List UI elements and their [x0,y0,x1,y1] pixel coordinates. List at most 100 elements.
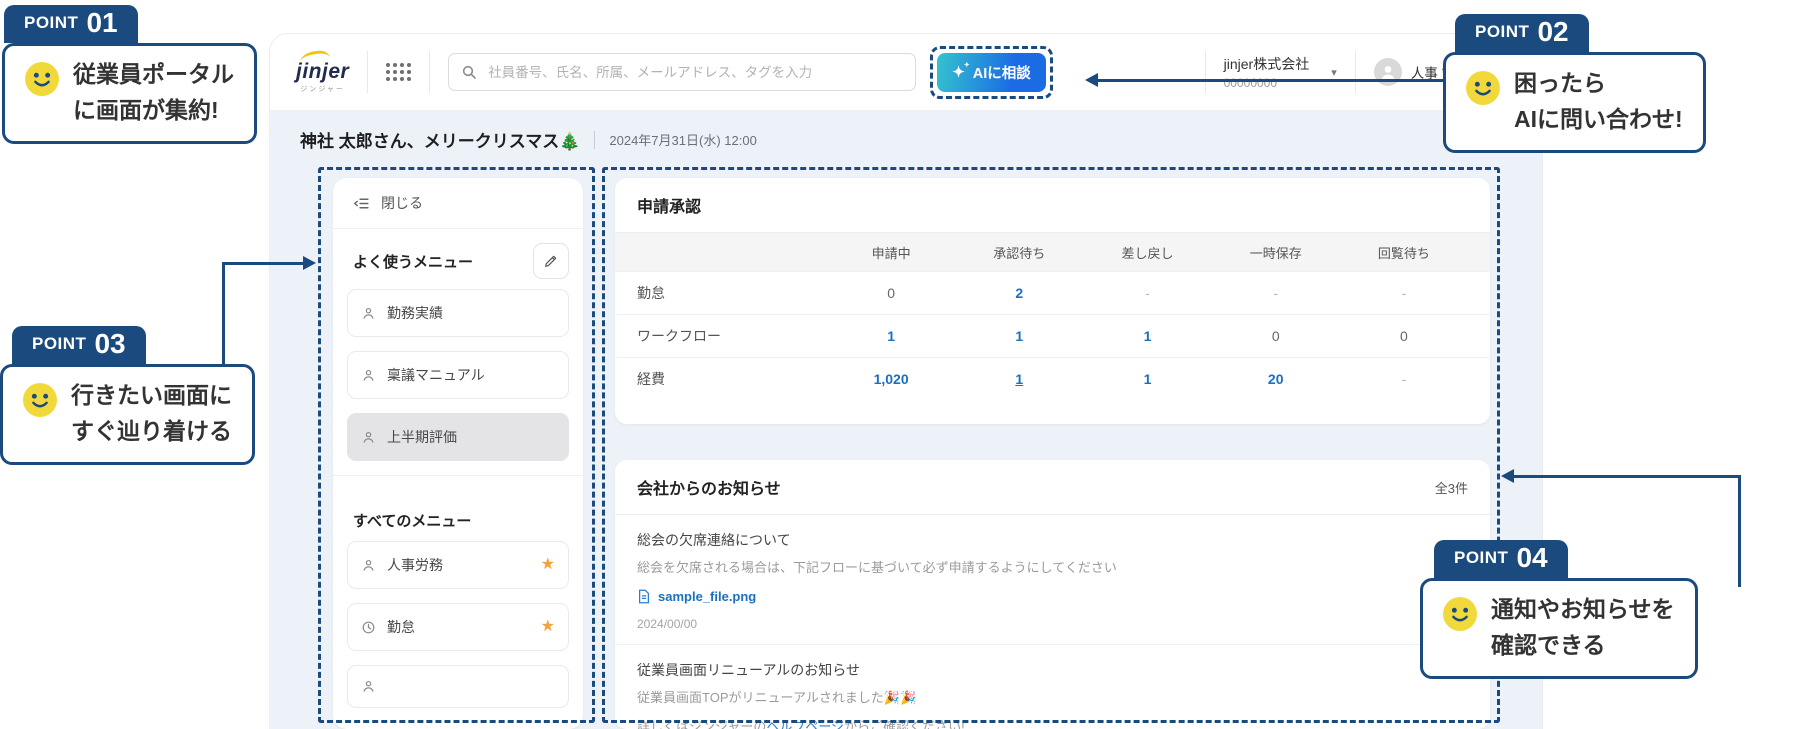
point01-tab: POINT 01 [4,5,138,43]
sidebar-item-ringi-manual[interactable]: 稟議マニュアル [347,351,569,399]
count-cell: 0 [1400,328,1408,344]
news-title: 会社からのお知らせ [637,481,781,498]
table-row-expenses: 経費 1,020 1 1 20 - [615,357,1490,400]
news-item-body: 総会を欠席される場合は、下記フローに基づいて必ず申請するようにしてください [637,560,1117,575]
row-label: 経費 [637,371,665,387]
column-header: 回覧待ち [1377,245,1430,261]
count-cell-link[interactable]: 1 [955,328,1083,344]
count-cell-link[interactable]: 1,020 [827,371,955,387]
row-label: 勤怠 [637,285,665,301]
header-divider [429,51,431,93]
point-label: POINT [1454,548,1509,567]
approvals-table-header: 申請中 承認待ち 差し戻し 一時保存 回覧待ち [615,233,1490,271]
app-window: jinjer ジンジャー ✦ AIに相談 [270,34,1542,729]
app-header: jinjer ジンジャー ✦ AIに相談 [270,34,1542,110]
point-number: 02 [1537,16,1569,47]
news-list-item[interactable]: 総会の欠席連絡について 総会を欠席される場合は、下記フローに基づいて必ず申請する… [615,515,1490,645]
callout-text-line: に画面が集約! [73,96,219,123]
person-icon [361,430,376,445]
callout-text-line: 確認できる [1491,631,1606,658]
favorite-star-icon[interactable]: ★ [541,557,555,573]
count-cell-link[interactable]: 1 [1083,328,1211,344]
table-row-attendance: 勤怠 0 2 - - - [615,271,1490,314]
ai-button-annotation-frame: ✦ AIに相談 [930,45,1053,99]
sidebar-item-attendance[interactable]: 勤怠 ★ [347,603,569,651]
count-cell: 0 [1271,328,1280,344]
sidebar-item-first-half-eval[interactable]: 上半期評価 [347,413,569,461]
count-cell-link[interactable]: 1 [955,371,1083,387]
app-launcher-icon[interactable] [386,63,412,81]
person-icon [361,368,376,383]
ask-ai-label: AIに相談 [972,65,1031,82]
sidebar-item-hr-labor[interactable]: 人事労務 ★ [347,541,569,589]
point-label: POINT [32,334,87,353]
smiley-icon [1466,71,1500,105]
callout-text-line: AIに問い合わせ! [1514,105,1683,132]
greeting-message: 神社 太郎さん、メリークリスマス🎄 [300,132,581,151]
sidebar-item-partial[interactable] [347,665,569,708]
point03-arrowhead [303,256,316,270]
smiley-icon [23,383,57,417]
employee-search [448,53,917,91]
news-item-date: 2024/00/00 [637,616,698,631]
sidebar-item-work-record[interactable]: 勤務実績 [347,289,569,337]
logo-text: jinjer [296,59,350,83]
favorite-star-icon[interactable]: ★ [541,619,555,635]
greeting-separator [594,130,596,149]
point-number: 01 [86,7,118,38]
count-cell: - [1145,285,1150,301]
attachment-link[interactable]: sample_file.png [637,589,1468,604]
company-name: jinjer株式会社 [1223,56,1310,72]
point03-connector-line [222,262,306,265]
sidebar: 閉じる よく使うメニュー 勤務実績 稟議マニュアル 上半期評価 すべてのメニュー… [333,178,583,729]
help-page-link[interactable]: ヘルプページ [766,719,844,729]
callout-text-line: 通知やお知らせを [1491,596,1675,622]
count-cell-link[interactable]: 1 [827,328,955,344]
callout-point-04: POINT 04 通知やお知らせを 確認できる [1420,540,1698,680]
point04-connector-line [1738,475,1741,587]
favorites-title: よく使うメニュー [353,253,474,271]
count-cell-link[interactable]: 1 [1083,371,1211,387]
sidebar-collapse-button[interactable]: 閉じる [333,178,583,229]
point04-arrowhead [1501,469,1514,483]
point03-body: 行きたい画面に すぐ辿り着ける [0,364,255,466]
edit-favorites-button[interactable] [533,243,569,279]
news-list-item[interactable]: 従業員画面リニューアルのお知らせ 従業員画面TOPがリニューアルされました🎉🎉 … [615,645,1490,729]
person-icon [361,306,376,321]
all-menu-section-header: すべてのメニュー [333,476,583,541]
header-divider [1204,51,1206,93]
logo-subtext: ジンジャー [300,85,345,93]
point-number: 03 [94,328,126,359]
news-item-title: 従業員画面リニューアルのお知らせ [637,661,861,678]
column-header: 差し戻し [1121,245,1174,261]
jinjer-logo[interactable]: jinjer ジンジャー [296,48,350,94]
point-number: 04 [1516,542,1548,573]
point01-body: 従業員ポータル に画面が集約! [2,43,257,145]
news-item-body-line2: 詳しくはジンジャーのヘルプページからご確認ください! [637,717,1468,729]
ask-ai-button[interactable]: ✦ AIに相談 [937,52,1046,92]
clock-icon [361,620,376,635]
search-input[interactable] [486,63,904,81]
point04-connector-line [1513,475,1741,478]
person-icon [361,558,376,573]
sidebar-item-label: 上半期評価 [387,429,457,445]
header-divider [1354,51,1356,93]
news-body-text: 詳しくはジンジャーの [637,718,767,729]
news-body-text: からご確認ください! [844,718,965,729]
chevron-down-icon[interactable]: ▾ [1331,66,1337,79]
count-cell-link[interactable]: 2 [955,285,1083,301]
point02-body: 困ったら AIに問い合わせ! [1443,52,1706,154]
sidebar-item-label: 人事労務 [387,557,443,573]
news-total-count: 全3件 [1434,480,1468,496]
approvals-card: 申請承認 申請中 承認待ち 差し戻し 一時保存 回覧待ち 勤怠 0 2 - - … [615,178,1490,424]
company-selector[interactable]: jinjer株式会社 00000000 ▾ [1224,54,1337,90]
point-label: POINT [1475,22,1530,41]
sidebar-item-label: 勤務実績 [387,305,443,321]
callout-text-line: 行きたい画面に [71,382,232,408]
callout-point-03: POINT 03 行きたい画面に すぐ辿り着ける [0,326,255,466]
news-item-body: 従業員画面TOPがリニューアルされました🎉🎉 [637,689,917,705]
favorites-section-header: よく使うメニュー [333,229,583,289]
approvals-header: 申請承認 [615,178,1490,233]
sparkle-icon: ✦ [952,62,969,80]
count-cell-link[interactable]: 20 [1212,371,1340,387]
